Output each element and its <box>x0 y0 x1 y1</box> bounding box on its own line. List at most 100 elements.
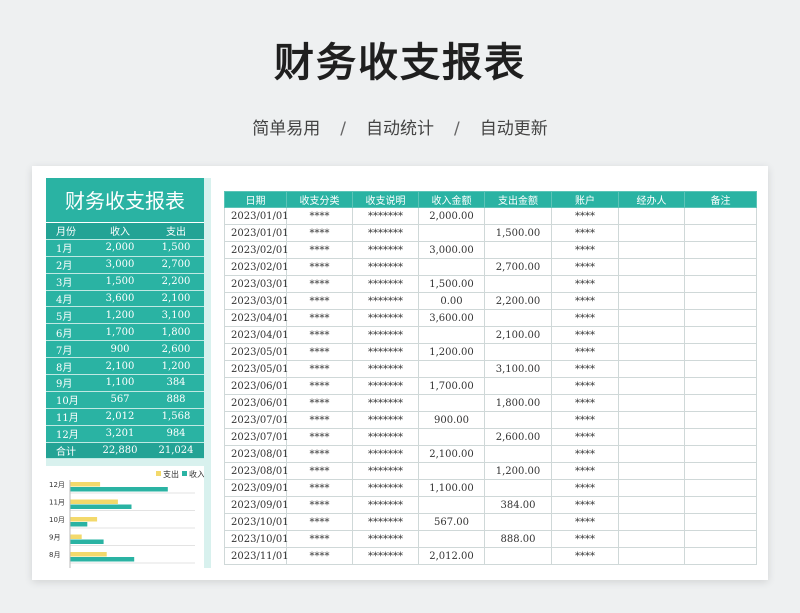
ledger-cell[interactable]: **** <box>286 394 353 412</box>
ledger-cell[interactable] <box>618 513 685 531</box>
ledger-cell[interactable] <box>484 445 552 463</box>
ledger-cell[interactable]: ******* <box>352 377 419 395</box>
ledger-cell[interactable]: **** <box>551 343 619 361</box>
ledger-cell[interactable]: ******* <box>352 428 419 446</box>
ledger-cell[interactable] <box>618 479 685 497</box>
ledger-cell[interactable]: ******* <box>352 547 419 565</box>
ledger-cell[interactable]: 2023/01/01 <box>224 207 289 225</box>
ledger-cell[interactable]: 384.00 <box>484 496 552 514</box>
ledger-cell[interactable] <box>618 309 685 327</box>
ledger-cell[interactable]: 1,800.00 <box>484 394 552 412</box>
ledger-cell[interactable]: **** <box>551 326 619 344</box>
ledger-cell[interactable]: 2023/04/01 <box>224 326 289 344</box>
ledger-cell[interactable]: 2,700.00 <box>484 258 552 276</box>
ledger-cell[interactable]: ******* <box>352 462 419 480</box>
ledger-cell[interactable]: **** <box>286 462 353 480</box>
ledger-cell[interactable] <box>418 530 485 548</box>
ledger-cell[interactable] <box>684 479 757 497</box>
ledger-cell[interactable]: 2023/06/01 <box>224 394 289 412</box>
ledger-cell[interactable]: **** <box>551 377 619 395</box>
ledger-cell[interactable]: **** <box>551 275 619 293</box>
ledger-cell[interactable] <box>484 241 552 259</box>
ledger-cell[interactable]: **** <box>286 530 353 548</box>
ledger-cell[interactable] <box>618 343 685 361</box>
ledger-cell[interactable]: **** <box>286 326 353 344</box>
ledger-cell[interactable]: **** <box>286 547 353 565</box>
ledger-cell[interactable] <box>684 343 757 361</box>
ledger-cell[interactable]: 2023/07/01 <box>224 428 289 446</box>
ledger-cell[interactable]: ******* <box>352 445 419 463</box>
ledger-cell[interactable]: 2,100.00 <box>484 326 552 344</box>
ledger-cell[interactable]: **** <box>286 343 353 361</box>
ledger-cell[interactable]: 2023/08/01 <box>224 462 289 480</box>
ledger-cell[interactable] <box>418 428 485 446</box>
ledger-cell[interactable] <box>618 445 685 463</box>
ledger-cell[interactable]: **** <box>551 428 619 446</box>
ledger-cell[interactable] <box>484 547 552 565</box>
ledger-cell[interactable] <box>684 258 757 276</box>
ledger-cell[interactable] <box>684 377 757 395</box>
ledger-cell[interactable]: 2023/03/01 <box>224 292 289 310</box>
ledger-cell[interactable]: 2,200.00 <box>484 292 552 310</box>
ledger-cell[interactable] <box>684 224 757 242</box>
ledger-cell[interactable] <box>484 513 552 531</box>
ledger-cell[interactable] <box>484 411 552 429</box>
ledger-cell[interactable] <box>618 462 685 480</box>
ledger-cell[interactable] <box>684 496 757 514</box>
ledger-cell[interactable]: **** <box>551 258 619 276</box>
ledger-cell[interactable] <box>418 496 485 514</box>
ledger-cell[interactable]: 1,700.00 <box>418 377 485 395</box>
ledger-cell[interactable] <box>418 462 485 480</box>
ledger-cell[interactable] <box>418 258 485 276</box>
ledger-cell[interactable]: 2023/10/01 <box>224 530 289 548</box>
ledger-cell[interactable]: **** <box>286 241 353 259</box>
ledger-cell[interactable]: **** <box>551 496 619 514</box>
ledger-cell[interactable]: **** <box>286 258 353 276</box>
ledger-cell[interactable]: 2023/09/01 <box>224 479 289 497</box>
ledger-cell[interactable]: **** <box>551 462 619 480</box>
ledger-cell[interactable] <box>684 326 757 344</box>
ledger-cell[interactable]: 2,100.00 <box>418 445 485 463</box>
ledger-cell[interactable]: ******* <box>352 513 419 531</box>
ledger-cell[interactable]: 2023/03/01 <box>224 275 289 293</box>
ledger-cell[interactable]: 2,012.00 <box>418 547 485 565</box>
ledger-cell[interactable]: 2023/10/01 <box>224 513 289 531</box>
ledger-cell[interactable]: 1,100.00 <box>418 479 485 497</box>
ledger-cell[interactable] <box>684 428 757 446</box>
ledger-cell[interactable]: **** <box>286 479 353 497</box>
ledger-cell[interactable]: ******* <box>352 275 419 293</box>
ledger-cell[interactable]: **** <box>286 275 353 293</box>
ledger-cell[interactable] <box>684 394 757 412</box>
ledger-cell[interactable]: **** <box>286 513 353 531</box>
ledger-cell[interactable] <box>618 496 685 514</box>
ledger-cell[interactable]: **** <box>551 292 619 310</box>
ledger-cell[interactable]: **** <box>551 224 619 242</box>
ledger-cell[interactable] <box>684 445 757 463</box>
ledger-cell[interactable] <box>418 360 485 378</box>
ledger-cell[interactable]: **** <box>551 445 619 463</box>
ledger-cell[interactable]: **** <box>551 479 619 497</box>
ledger-cell[interactable] <box>618 241 685 259</box>
ledger-cell[interactable]: 2023/02/01 <box>224 258 289 276</box>
ledger-cell[interactable]: 3,100.00 <box>484 360 552 378</box>
ledger-cell[interactable]: ******* <box>352 326 419 344</box>
ledger-cell[interactable] <box>618 428 685 446</box>
ledger-cell[interactable]: 2023/11/01 <box>224 547 289 565</box>
ledger-cell[interactable] <box>618 275 685 293</box>
ledger-cell[interactable]: ******* <box>352 411 419 429</box>
ledger-cell[interactable]: **** <box>551 360 619 378</box>
ledger-cell[interactable]: ******* <box>352 530 419 548</box>
ledger-cell[interactable]: ******* <box>352 343 419 361</box>
ledger-cell[interactable]: **** <box>286 360 353 378</box>
ledger-cell[interactable] <box>684 513 757 531</box>
ledger-cell[interactable]: **** <box>286 309 353 327</box>
ledger-cell[interactable] <box>684 241 757 259</box>
ledger-cell[interactable]: ******* <box>352 394 419 412</box>
ledger-cell[interactable]: 1,500.00 <box>418 275 485 293</box>
ledger-cell[interactable] <box>684 207 757 225</box>
ledger-cell[interactable]: 2023/07/01 <box>224 411 289 429</box>
ledger-cell[interactable]: ******* <box>352 224 419 242</box>
ledger-cell[interactable]: ******* <box>352 241 419 259</box>
ledger-cell[interactable]: 1,500.00 <box>484 224 552 242</box>
ledger-cell[interactable]: **** <box>551 394 619 412</box>
